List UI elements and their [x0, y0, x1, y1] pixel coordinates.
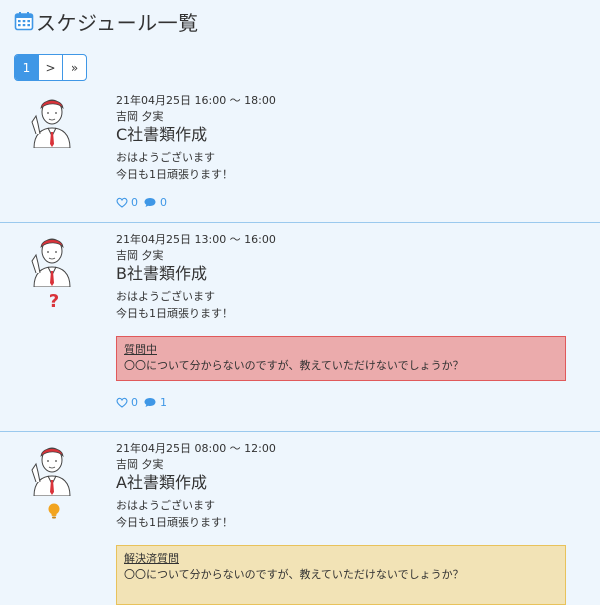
- pagination: 1 > »: [14, 54, 87, 81]
- schedule-author: 吉岡 夕実: [116, 458, 164, 471]
- schedule-time: 21年04月25日 08:00 〜 12:00: [116, 442, 276, 455]
- like-count: 0: [131, 396, 138, 409]
- comment-icon[interactable]: [144, 197, 156, 208]
- next-page-button[interactable]: >: [38, 55, 62, 80]
- schedule-time: 21年04月25日 16:00 〜 18:00: [116, 94, 276, 107]
- question-icon: ?: [48, 291, 60, 312]
- question-status-label[interactable]: 質問中: [124, 342, 558, 358]
- page-header: スケジュール一覧: [14, 6, 199, 36]
- avatar: [31, 447, 71, 496]
- description-line: 今日も1日頑張ります！: [116, 516, 233, 529]
- description-line: 今日も1日頑張ります！: [116, 307, 233, 320]
- schedule-description: おはようございます 今日も1日頑張ります！: [116, 288, 590, 322]
- schedule-item[interactable]: ? 21年04月25日 13:00 〜 16:00 吉岡 夕実 B社書類作成 お…: [0, 233, 600, 432]
- heart-icon[interactable]: [116, 397, 128, 408]
- schedule-title[interactable]: B社書類作成: [116, 264, 590, 284]
- question-text: 〇〇について分からないのですが、教えていただけないでしょうか？: [124, 359, 464, 372]
- schedule-item[interactable]: 21年04月25日 08:00 〜 12:00 吉岡 夕実 A社書類作成 おはよ…: [0, 442, 600, 605]
- schedule-time: 21年04月25日 13:00 〜 16:00: [116, 233, 276, 246]
- comment-icon[interactable]: [144, 397, 156, 408]
- schedule-item[interactable]: 21年04月25日 16:00 〜 18:00 吉岡 夕実 C社書類作成 おはよ…: [0, 94, 600, 223]
- description-line: 今日も1日頑張ります！: [116, 168, 233, 181]
- comment-count: 1: [160, 396, 167, 409]
- schedule-description: おはようございます 今日も1日頑張ります！: [116, 149, 590, 183]
- question-status-label[interactable]: 解決済質問: [124, 551, 558, 567]
- like-count: 0: [131, 196, 138, 209]
- last-page-button[interactable]: »: [62, 55, 86, 80]
- schedule-title[interactable]: C社書類作成: [116, 125, 590, 145]
- description-line: おはようございます: [116, 151, 215, 164]
- reactions: 0 1: [116, 396, 590, 409]
- description-line: おはようございます: [116, 290, 215, 303]
- question-box[interactable]: 質問中 〇〇について分からないのですが、教えていただけないでしょうか？: [116, 336, 566, 381]
- avatar: [31, 238, 71, 287]
- page-title: スケジュール一覧: [36, 10, 199, 35]
- lightbulb-icon: [48, 503, 60, 519]
- question-text: 〇〇について分からないのですが、教えていただけないでしょうか？: [124, 568, 464, 581]
- question-box[interactable]: 解決済質問 〇〇について分からないのですが、教えていただけないでしょうか？: [116, 545, 566, 605]
- heart-icon[interactable]: [116, 197, 128, 208]
- description-line: おはようございます: [116, 499, 215, 512]
- calendar-icon: [14, 12, 34, 31]
- comment-count: 0: [160, 196, 167, 209]
- schedule-author: 吉岡 夕実: [116, 110, 164, 123]
- schedule-description: おはようございます 今日も1日頑張ります！: [116, 497, 590, 531]
- reactions: 0 0: [116, 196, 590, 209]
- page-1-button[interactable]: 1: [15, 55, 38, 80]
- avatar: [31, 99, 71, 148]
- schedule-title[interactable]: A社書類作成: [116, 473, 590, 493]
- schedule-author: 吉岡 夕実: [116, 249, 164, 262]
